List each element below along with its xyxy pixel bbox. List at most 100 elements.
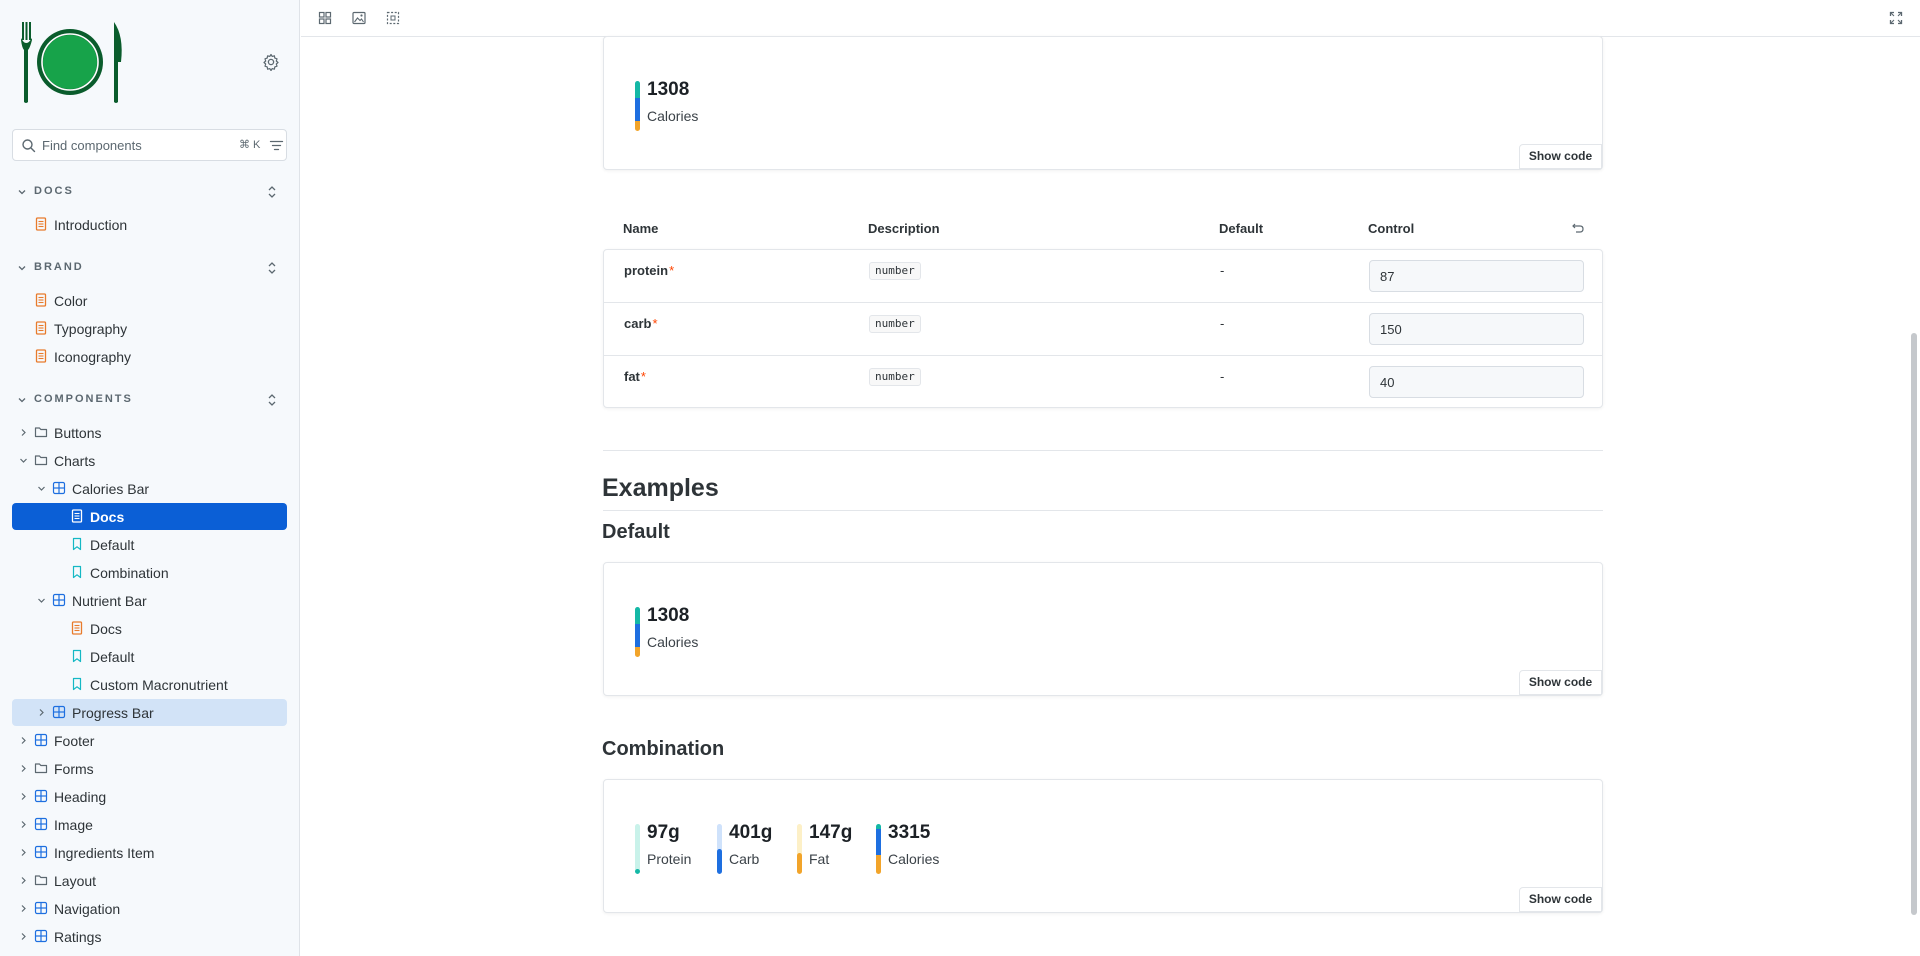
fullscreen-icon[interactable] xyxy=(1888,10,1904,26)
carb-control-input[interactable] xyxy=(1369,313,1584,345)
show-code-button[interactable]: Show code xyxy=(1519,144,1602,169)
required-asterisk: * xyxy=(669,263,675,278)
bar-fill xyxy=(797,853,802,874)
sidebar-item-label: Ratings xyxy=(54,929,102,945)
search-input[interactable] xyxy=(42,135,222,155)
column-header-name: Name xyxy=(623,221,659,236)
folder-icon xyxy=(34,455,48,466)
expand-collapse-icon[interactable] xyxy=(266,392,278,408)
show-code-button[interactable]: Show code xyxy=(1519,670,1602,695)
sidebar-item-label: Nutrient Bar xyxy=(72,593,147,609)
sidebar-item-layout[interactable]: Layout xyxy=(12,867,287,894)
sidebar-item-introduction[interactable]: Introduction xyxy=(12,211,287,238)
sidebar-item-calories-bar[interactable]: Calories Bar xyxy=(12,475,287,502)
bar-fill xyxy=(717,849,722,874)
arg-type-badge: number xyxy=(869,315,921,333)
sidebar-item-ratings[interactable]: Ratings xyxy=(12,923,287,950)
table-row: protein* number - xyxy=(604,250,1602,303)
sidebar-item-forms[interactable]: Forms xyxy=(12,755,287,782)
fat-bar-indicator xyxy=(797,824,802,874)
document-icon xyxy=(71,621,83,635)
chevron-down-icon xyxy=(18,190,26,195)
chevron-down-icon xyxy=(18,266,26,271)
sidebar-item-nutrient-bar[interactable]: Nutrient Bar xyxy=(12,587,287,614)
examples-heading: Examples xyxy=(602,474,719,502)
sidebar-item-calories-bar-combination[interactable]: Combination xyxy=(12,559,287,586)
group-header-docs[interactable]: DOCS xyxy=(12,180,287,204)
sidebar-item-image[interactable]: Image xyxy=(12,811,287,838)
chevron-down-icon xyxy=(38,486,45,491)
sidebar-item-label: Charts xyxy=(54,453,96,469)
sidebar-item-iconography[interactable]: Iconography xyxy=(12,343,287,370)
column-header-description: Description xyxy=(868,221,940,236)
table-row: carb* number - xyxy=(604,303,1602,356)
sidebar-item-color[interactable]: Color xyxy=(12,287,287,314)
sidebar-item-buttons[interactable]: Buttons xyxy=(12,419,287,446)
settings-gear-icon[interactable] xyxy=(262,53,280,71)
sidebar-item-navigation[interactable]: Navigation xyxy=(12,895,287,922)
combination-heading: Combination xyxy=(602,738,725,760)
group-header-brand[interactable]: BRAND xyxy=(12,256,287,280)
component-icon xyxy=(34,901,48,915)
filter-icon[interactable] xyxy=(269,138,284,153)
folder-icon xyxy=(34,763,48,774)
sidebar-item-custom-macronutrient[interactable]: Custom Macronutrient xyxy=(12,671,287,698)
sidebar-item-label: Default xyxy=(90,537,135,553)
document-icon xyxy=(35,217,47,231)
expand-collapse-icon[interactable] xyxy=(266,260,278,276)
sidebar-item-label: Color xyxy=(54,293,88,309)
chevron-right-icon xyxy=(21,793,26,800)
scrollbar-thumb[interactable] xyxy=(1911,333,1917,915)
column-header-default: Default xyxy=(1219,221,1264,236)
sidebar-item-charts[interactable]: Charts xyxy=(12,447,287,474)
sidebar-item-label: Typography xyxy=(54,321,128,337)
fat-control-input[interactable] xyxy=(1369,366,1584,398)
component-icon xyxy=(34,929,48,943)
carb-label: Carb xyxy=(729,851,760,867)
sidebar-item-progress-bar[interactable]: Progress Bar xyxy=(12,699,287,726)
component-icon xyxy=(34,733,48,747)
sidebar-item-footer[interactable]: Footer xyxy=(12,727,287,754)
arg-name: carb* xyxy=(624,316,658,331)
sidebar-item-heading[interactable]: Heading xyxy=(12,783,287,810)
sidebar-item-ingredients-item[interactable]: Ingredients Item xyxy=(12,839,287,866)
group-header-components[interactable]: COMPONENTS xyxy=(12,388,287,412)
sidebar-item-label: Navigation xyxy=(54,901,121,917)
document-icon xyxy=(35,321,47,335)
outline-icon[interactable] xyxy=(385,10,401,26)
protein-value: 97g xyxy=(647,822,680,843)
calories-bar-indicator xyxy=(635,81,640,131)
bar-segment-carb xyxy=(876,829,881,855)
sidebar-item-calories-bar-default[interactable]: Default xyxy=(12,531,287,558)
image-background-icon[interactable] xyxy=(351,10,367,26)
sidebar-item-calories-bar-docs[interactable]: Docs xyxy=(12,503,287,530)
calories-value: 3315 xyxy=(888,822,931,843)
carb-bar-indicator xyxy=(717,824,722,874)
show-code-button[interactable]: Show code xyxy=(1519,887,1602,912)
expand-collapse-icon[interactable] xyxy=(266,184,278,200)
sidebar-item-typography[interactable]: Typography xyxy=(12,315,287,342)
calories-bar-indicator xyxy=(876,824,881,874)
arg-type-badge: number xyxy=(869,262,921,280)
grid-icon[interactable] xyxy=(317,10,333,26)
sidebar-item-nutrient-bar-docs[interactable]: Docs xyxy=(12,615,287,642)
search-shortcut: ⌘ K xyxy=(239,139,261,151)
bookmark-icon xyxy=(72,565,82,579)
fat-label: Fat xyxy=(809,851,830,867)
sidebar-item-label: Ingredients Item xyxy=(54,845,155,861)
section-divider xyxy=(603,450,1603,451)
logo-plate-fork-knife-icon[interactable] xyxy=(18,22,124,104)
sidebar-item-label: Image xyxy=(54,817,93,833)
search-box[interactable]: ⌘ K xyxy=(12,129,287,161)
protein-control-input[interactable] xyxy=(1369,260,1584,292)
arg-name: protein* xyxy=(624,263,675,278)
arg-default: - xyxy=(1220,263,1225,278)
reset-undo-icon[interactable] xyxy=(1571,221,1585,235)
sidebar-item-label: Heading xyxy=(54,789,107,805)
bar-segment-carb xyxy=(635,624,640,647)
toolbar xyxy=(301,0,1920,37)
component-icon xyxy=(34,789,48,803)
chevron-right-icon xyxy=(21,877,26,884)
chevron-right-icon xyxy=(21,849,26,856)
sidebar-item-nutrient-bar-default[interactable]: Default xyxy=(12,643,287,670)
